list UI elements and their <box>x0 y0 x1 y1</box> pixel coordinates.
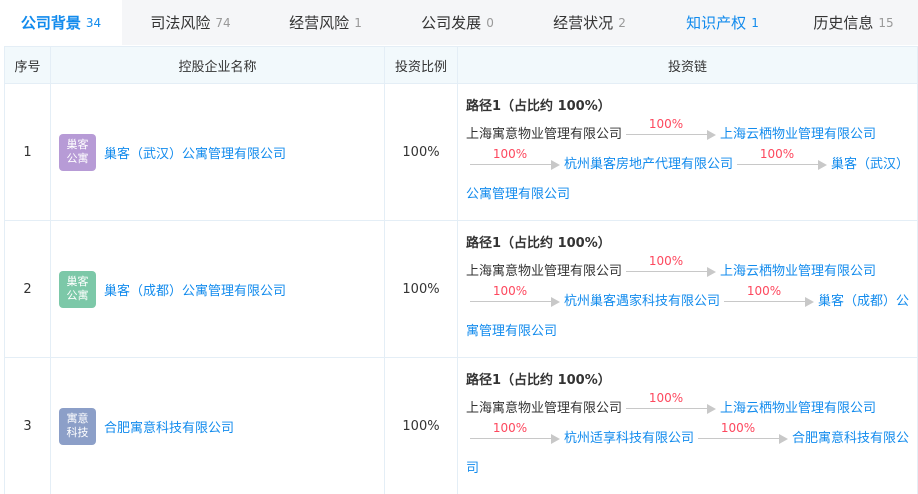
chain-start-company: 上海寓意物业管理有限公司 <box>466 263 623 279</box>
row-index: 3 <box>4 357 51 494</box>
company-name-link[interactable]: 巢客（武汉）公寓管理有限公司 <box>104 143 286 162</box>
column-header-index: 序号 <box>4 46 51 84</box>
arrow-head-icon <box>551 296 560 307</box>
chain-arrow: 100% <box>470 147 560 180</box>
chain-percent: 100% <box>648 116 684 131</box>
company-logo[interactable]: 巢客公寓 <box>59 133 96 171</box>
arrow-head-icon <box>551 433 560 444</box>
tab-count: 74 <box>215 15 231 30</box>
chain-company-link[interactable]: 杭州巢客房地产代理有限公司 <box>564 157 733 172</box>
path-title: 路径1（占比约 100%） <box>466 372 611 388</box>
tab-count: 1 <box>751 15 759 30</box>
tab-count: 15 <box>878 15 894 30</box>
arrow-head-icon <box>707 403 717 414</box>
investment-chain-cell: 路径1（占比约 100%） 上海寓意物业管理有限公司 100% 上海云栖物业管理有限… <box>457 357 918 494</box>
chain-percent: 100% <box>746 283 782 298</box>
company-logo[interactable]: 巢客公寓 <box>59 270 96 308</box>
arrow-head-icon <box>707 266 717 277</box>
chain-arrow: 100% <box>470 284 560 317</box>
table-row: 1 巢客公寓 巢客（武汉）公寓管理有限公司 100% 路径1（占比约 100%）… <box>4 83 918 221</box>
chain-percent: 100% <box>648 390 684 405</box>
arrow-head-icon <box>818 159 828 170</box>
investment-ratio: 100% <box>384 83 458 221</box>
logo-text: 巢客公寓 <box>66 275 89 302</box>
tab-label: 司法风险 <box>150 14 211 32</box>
company-logo[interactable]: 寓意科技 <box>59 407 96 445</box>
tab-intellectual-property[interactable]: 知识产权 1 <box>656 0 789 45</box>
tab-operating-risk[interactable]: 经营风险 1 <box>259 0 392 45</box>
path-title: 路径1（占比约 100%） <box>466 98 611 114</box>
tab-company-background[interactable]: 公司背景 34 <box>0 0 122 45</box>
column-header-company: 控股企业名称 <box>50 46 385 84</box>
chain-percent: 100% <box>492 283 528 298</box>
chain-start-company: 上海寓意物业管理有限公司 <box>466 126 623 142</box>
chain-percent: 100% <box>648 253 684 268</box>
chain-company-link[interactable]: 杭州巢客遇家科技有限公司 <box>564 294 720 309</box>
chain-arrow: 100% <box>626 117 717 150</box>
tab-judicial-risk[interactable]: 司法风险 74 <box>122 0 259 45</box>
investment-chain-cell: 路径1（占比约 100%） 上海寓意物业管理有限公司 100% 上海云栖物业管理有限… <box>457 83 918 221</box>
arrow-head-icon <box>551 159 560 170</box>
logo-text: 寓意科技 <box>66 412 89 439</box>
tab-label: 公司发展 <box>421 14 482 32</box>
chain-company-link[interactable]: 杭州适享科技有限公司 <box>564 431 694 446</box>
tab-label: 经营风险 <box>289 14 350 32</box>
company-cell: 巢客公寓 巢客（成都）公寓管理有限公司 <box>50 220 385 358</box>
chain-start-company: 上海寓意物业管理有限公司 <box>466 400 623 416</box>
investment-ratio: 100% <box>384 357 458 494</box>
company-name-link[interactable]: 巢客（成都）公寓管理有限公司 <box>104 280 286 299</box>
tab-label: 知识产权 <box>686 14 747 32</box>
company-name-link[interactable]: 合肥寓意科技有限公司 <box>104 417 234 436</box>
path-title: 路径1（占比约 100%） <box>466 235 611 251</box>
chain-company-link[interactable]: 上海云栖物业管理有限公司 <box>720 264 876 279</box>
tab-count: 1 <box>354 15 362 30</box>
chain-percent: 100% <box>720 420 756 435</box>
tab-operating-status[interactable]: 经营状况 2 <box>523 0 656 45</box>
arrow-head-icon <box>707 129 717 140</box>
table-row: 2 巢客公寓 巢客（成都）公寓管理有限公司 100% 路径1（占比约 100%）… <box>4 220 918 358</box>
chain-arrow: 100% <box>470 421 560 454</box>
chain-company-link[interactable]: 上海云栖物业管理有限公司 <box>720 127 876 142</box>
arrow-head-icon <box>805 296 815 307</box>
chain-company-link[interactable]: 上海云栖物业管理有限公司 <box>720 401 876 416</box>
tab-label: 公司背景 <box>20 14 81 32</box>
arrow-head-icon <box>779 433 789 444</box>
tab-label: 历史信息 <box>813 14 874 32</box>
column-header-ratio: 投资比例 <box>384 46 458 84</box>
investment-chain: 上海寓意物业管理有限公司 100% 上海云栖物业管理有限公司 100% 杭州巢客遇家科技… <box>466 254 913 347</box>
chain-arrow: 100% <box>698 421 789 454</box>
table-row: 3 寓意科技 合肥寓意科技有限公司 100% 路径1（占比约 100%） 上海寓… <box>4 357 918 494</box>
section-tabs: 公司背景 34 司法风险 74 经营风险 1 公司发展 0 经营状况 2 知识产权 1 历史… <box>0 0 918 45</box>
table-header-row: 序号 控股企业名称 投资比例 投资链 <box>4 46 918 84</box>
tab-label: 经营状况 <box>553 14 614 32</box>
company-cell: 寓意科技 合肥寓意科技有限公司 <box>50 357 385 494</box>
tab-history[interactable]: 历史信息 15 <box>789 0 918 45</box>
chain-percent: 100% <box>492 420 528 435</box>
chain-percent: 100% <box>492 146 528 161</box>
chain-arrow: 100% <box>737 147 828 180</box>
investment-chain: 上海寓意物业管理有限公司 100% 上海云栖物业管理有限公司 100% 杭州巢客房地产代… <box>466 117 913 210</box>
investment-chain: 上海寓意物业管理有限公司 100% 上海云栖物业管理有限公司 100% 杭州适享科技有限… <box>466 391 913 484</box>
investment-chain-cell: 路径1（占比约 100%） 上海寓意物业管理有限公司 100% 上海云栖物业管理有限… <box>457 220 918 358</box>
chain-arrow: 100% <box>724 284 815 317</box>
logo-text: 巢客公寓 <box>66 138 89 165</box>
chain-arrow: 100% <box>626 254 717 287</box>
tab-count: 2 <box>618 15 626 30</box>
holding-companies-table: 序号 控股企业名称 投资比例 投资链 1 巢客公寓 巢客（武汉）公寓管理有限公司… <box>4 46 918 494</box>
investment-ratio: 100% <box>384 220 458 358</box>
row-index: 1 <box>4 83 51 221</box>
row-index: 2 <box>4 220 51 358</box>
company-cell: 巢客公寓 巢客（武汉）公寓管理有限公司 <box>50 83 385 221</box>
column-header-chain: 投资链 <box>457 46 918 84</box>
tab-count: 0 <box>486 15 494 30</box>
tab-count: 34 <box>85 15 102 30</box>
chain-percent: 100% <box>759 146 795 161</box>
tab-company-development[interactable]: 公司发展 0 <box>392 0 523 45</box>
